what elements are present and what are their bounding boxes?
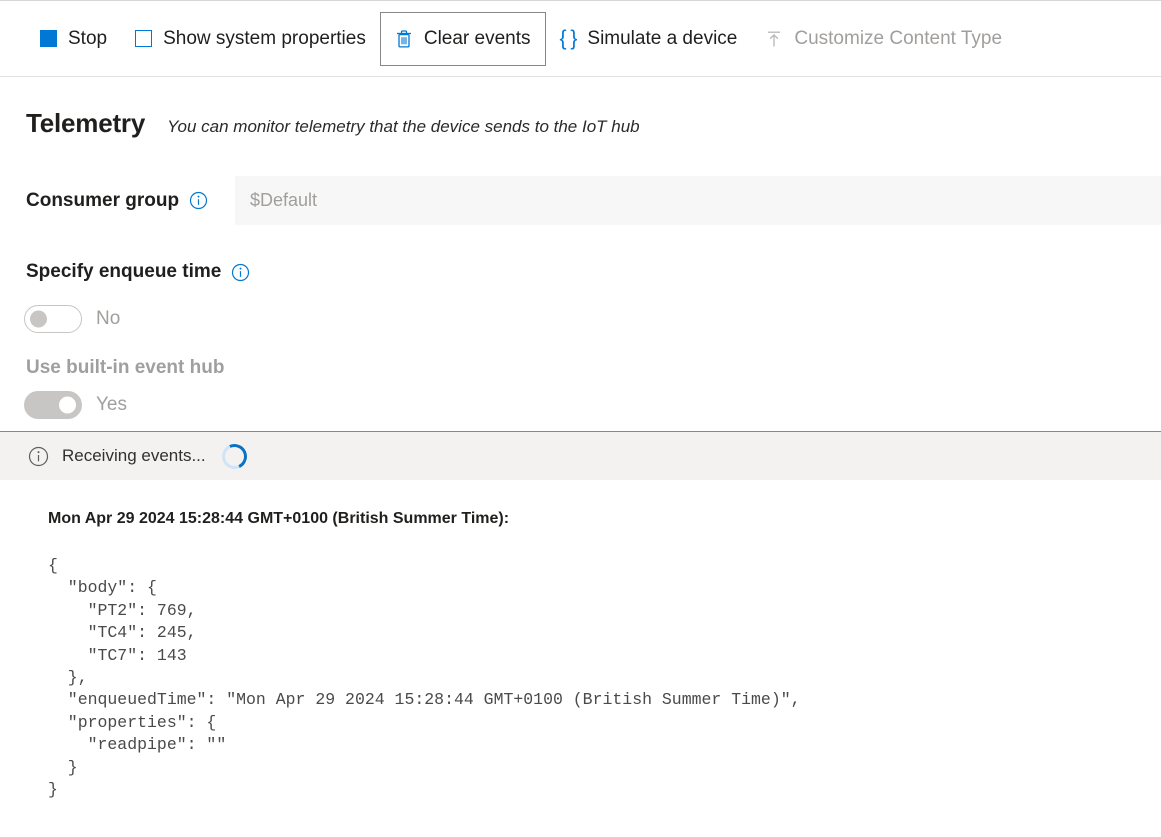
- customize-content-type-button: Customize Content Type: [751, 12, 1016, 66]
- page-subtitle: You can monitor telemetry that the devic…: [167, 117, 640, 136]
- consumer-group-label: Consumer group: [26, 189, 180, 211]
- page-header: Telemetry You can monitor telemetry that…: [26, 108, 640, 139]
- specify-enqueue-time-toggle-state: No: [96, 308, 121, 329]
- simulate-a-device-button[interactable]: { } Simulate a device: [546, 12, 752, 66]
- consumer-group-input[interactable]: [235, 176, 1161, 225]
- customize-content-type-label: Customize Content Type: [794, 27, 1003, 49]
- info-circle-icon[interactable]: [189, 191, 208, 210]
- built-in-event-hub-toggle-state: Yes: [96, 394, 127, 415]
- consumer-group-row: Consumer group: [0, 176, 1161, 225]
- event-payload-json: { "body": { "PT2": 769, "TC4": 245, "TC7…: [48, 556, 801, 800]
- command-toolbar: Stop Show system properties Clear events…: [0, 0, 1161, 77]
- simulate-a-device-label: Simulate a device: [587, 27, 738, 49]
- upload-arrow-icon: [768, 31, 781, 46]
- built-in-event-hub-label: Use built-in event hub: [26, 357, 225, 378]
- show-system-properties-toggle[interactable]: Show system properties: [121, 12, 380, 66]
- stop-button[interactable]: Stop: [26, 12, 121, 66]
- loading-spinner-icon: [218, 439, 251, 473]
- clear-events-button[interactable]: Clear events: [379, 11, 546, 66]
- event-timestamp: Mon Apr 29 2024 15:28:44 GMT+0100 (Briti…: [48, 510, 510, 527]
- status-banner-text: Receiving events...: [62, 446, 206, 465]
- status-banner: Receiving events...: [0, 431, 1161, 480]
- trash-icon: [396, 29, 411, 48]
- specify-enqueue-time-toggle-row: No: [24, 305, 120, 333]
- curly-braces-icon: { }: [559, 27, 578, 50]
- checkbox-unchecked-icon[interactable]: [135, 30, 153, 47]
- info-circle-icon[interactable]: [231, 263, 250, 282]
- page-title: Telemetry: [26, 108, 146, 138]
- toggle-knob-icon: [30, 310, 47, 328]
- built-in-event-hub-toggle-row: Yes: [24, 391, 127, 419]
- specify-enqueue-time-section: Specify enqueue time: [26, 261, 250, 283]
- stop-square-icon: [40, 30, 57, 47]
- specify-enqueue-time-toggle[interactable]: [24, 305, 82, 333]
- clear-events-label: Clear events: [423, 27, 531, 49]
- built-in-event-hub-toggle: [24, 391, 82, 419]
- specify-enqueue-time-label: Specify enqueue time: [26, 261, 222, 282]
- stop-button-label: Stop: [68, 27, 108, 49]
- toggle-knob-icon: [59, 396, 76, 414]
- info-circle-icon: [28, 446, 49, 466]
- show-system-properties-label: Show system properties: [163, 27, 366, 49]
